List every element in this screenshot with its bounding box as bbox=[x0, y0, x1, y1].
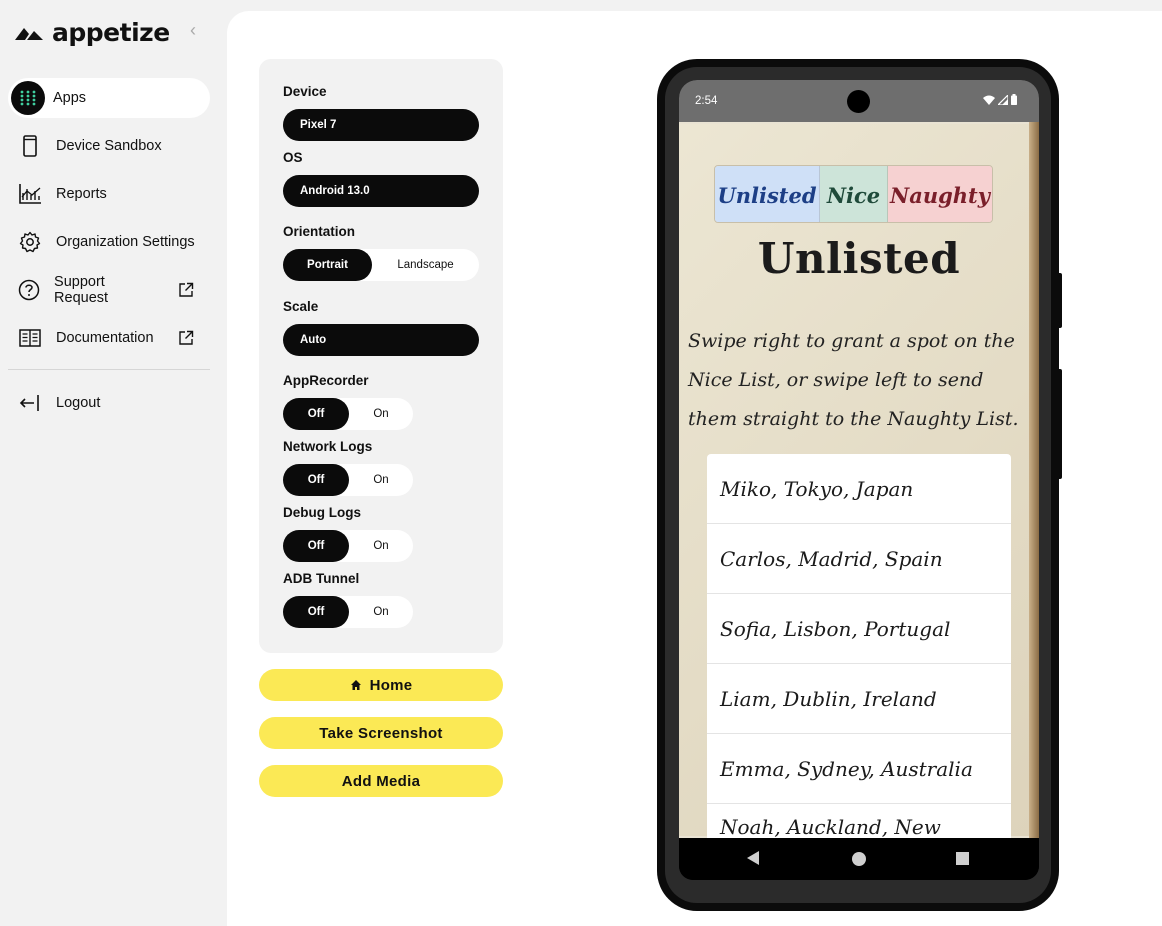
home-icon bbox=[350, 680, 361, 690]
scale-label: Scale bbox=[283, 299, 319, 314]
os-select[interactable]: Android 13.0 bbox=[283, 175, 479, 207]
android-nav-bar bbox=[679, 838, 1039, 880]
tab-nice[interactable]: Nice bbox=[820, 166, 888, 222]
tab-naughty[interactable]: Naughty bbox=[888, 166, 992, 222]
adb-tunnel-toggle: Off On bbox=[283, 596, 413, 628]
network-logs-toggle: Off On bbox=[283, 464, 413, 496]
list-item[interactable]: Noah, Auckland, New Zealand bbox=[707, 804, 1011, 839]
app-content: Unlisted Nice Naughty Unlisted Swipe rig… bbox=[679, 122, 1039, 838]
page-title: Unlisted bbox=[757, 234, 961, 283]
orientation-portrait-option[interactable]: Portrait bbox=[283, 249, 372, 281]
network-logs-on-option[interactable]: On bbox=[349, 464, 413, 496]
question-icon bbox=[18, 278, 40, 302]
back-icon[interactable] bbox=[747, 851, 759, 865]
sidebar: appetize ‹ Apps Device Sandbox Reports O… bbox=[0, 0, 227, 926]
scale-select[interactable]: Auto bbox=[283, 324, 479, 356]
signal-icon bbox=[998, 94, 1008, 105]
book-icon bbox=[18, 326, 42, 350]
collapse-sidebar-icon[interactable]: ‹ bbox=[190, 20, 196, 41]
app-recorder-on-option[interactable]: On bbox=[349, 398, 413, 430]
list-item[interactable]: Miko, Tokyo, Japan bbox=[707, 454, 1011, 524]
recents-icon[interactable] bbox=[956, 852, 969, 865]
sidebar-item-label: Organization Settings bbox=[56, 234, 195, 250]
network-logs-off-option[interactable]: Off bbox=[283, 464, 349, 496]
appetize-logo-icon bbox=[15, 27, 43, 40]
battery-icon bbox=[1011, 94, 1017, 105]
sidebar-item-reports[interactable]: Reports bbox=[8, 174, 210, 214]
sidebar-item-label: Support Request bbox=[54, 274, 109, 306]
device-label: Device bbox=[283, 84, 327, 99]
orientation-toggle: Portrait Landscape bbox=[283, 249, 479, 281]
front-camera bbox=[847, 90, 870, 113]
list-item[interactable]: Liam, Dublin, Ireland bbox=[707, 664, 1011, 734]
add-media-button[interactable]: Add Media bbox=[259, 765, 503, 797]
instructions-text: Swipe right to grant a spot on the Nice … bbox=[688, 330, 1019, 430]
adb-tunnel-off-option[interactable]: Off bbox=[283, 596, 349, 628]
debug-logs-label: Debug Logs bbox=[283, 505, 361, 520]
external-link-icon bbox=[178, 282, 194, 298]
device-settings-panel: Device Pixel 7 OS Android 13.0 Orientati… bbox=[259, 59, 503, 653]
sidebar-item-organization-settings[interactable]: Organization Settings bbox=[8, 222, 210, 262]
sidebar-item-label: Apps bbox=[53, 90, 87, 106]
device-screen[interactable]: 2:54 Unlisted Nice Naughty Unlisted Swip… bbox=[679, 80, 1039, 880]
phone-icon bbox=[18, 134, 42, 158]
debug-logs-on-option[interactable]: On bbox=[349, 530, 413, 562]
list-tabs: Unlisted Nice Naughty bbox=[714, 165, 993, 223]
volume-button bbox=[1058, 369, 1062, 479]
power-button bbox=[1058, 273, 1062, 328]
gear-icon bbox=[18, 230, 42, 254]
sidebar-item-label: Documentation bbox=[56, 330, 154, 346]
logout-icon bbox=[18, 391, 42, 415]
home-circle-icon[interactable] bbox=[852, 852, 866, 866]
device-select[interactable]: Pixel 7 bbox=[283, 109, 479, 141]
sidebar-item-device-sandbox[interactable]: Device Sandbox bbox=[8, 126, 210, 166]
home-button[interactable]: Home bbox=[259, 669, 503, 701]
sidebar-item-documentation[interactable]: Documentation bbox=[8, 318, 210, 358]
tab-unlisted[interactable]: Unlisted bbox=[715, 166, 820, 222]
logout-button[interactable]: Logout bbox=[8, 383, 210, 423]
people-list: Miko, Tokyo, Japan Carlos, Madrid, Spain… bbox=[707, 454, 1011, 838]
os-label: OS bbox=[283, 150, 303, 165]
status-icons bbox=[983, 94, 1017, 105]
adb-tunnel-label: ADB Tunnel bbox=[283, 571, 360, 586]
logout-label: Logout bbox=[56, 395, 101, 411]
status-time: 2:54 bbox=[695, 95, 718, 107]
sidebar-item-apps[interactable]: Apps bbox=[8, 78, 210, 118]
grid-icon bbox=[11, 81, 45, 115]
brand-name: appetize bbox=[52, 18, 170, 47]
app-recorder-off-option[interactable]: Off bbox=[283, 398, 349, 430]
brand-logo[interactable]: appetize bbox=[14, 18, 170, 47]
adb-tunnel-on-option[interactable]: On bbox=[349, 596, 413, 628]
sidebar-divider bbox=[8, 369, 210, 370]
list-item[interactable]: Emma, Sydney, Australia bbox=[707, 734, 1011, 804]
orientation-landscape-option[interactable]: Landscape bbox=[372, 249, 479, 281]
take-screenshot-button[interactable]: Take Screenshot bbox=[259, 717, 503, 749]
list-item[interactable]: Sofia, Lisbon, Portugal bbox=[707, 594, 1011, 664]
list-item[interactable]: Carlos, Madrid, Spain bbox=[707, 524, 1011, 594]
home-button-label: Home bbox=[369, 676, 413, 694]
app-recorder-toggle: Off On bbox=[283, 398, 413, 430]
app-recorder-label: AppRecorder bbox=[283, 373, 369, 388]
sidebar-item-label: Device Sandbox bbox=[56, 138, 162, 154]
sidebar-item-support-request[interactable]: Support Request bbox=[8, 270, 210, 310]
chart-icon bbox=[18, 182, 42, 206]
external-link-icon bbox=[178, 330, 194, 346]
orientation-label: Orientation bbox=[283, 224, 356, 239]
network-logs-label: Network Logs bbox=[283, 439, 373, 454]
sidebar-item-label: Reports bbox=[56, 186, 107, 202]
debug-logs-off-option[interactable]: Off bbox=[283, 530, 349, 562]
paper-edge bbox=[1029, 122, 1039, 838]
debug-logs-toggle: Off On bbox=[283, 530, 413, 562]
status-bar: 2:54 bbox=[679, 80, 1039, 122]
wifi-icon bbox=[983, 95, 995, 105]
